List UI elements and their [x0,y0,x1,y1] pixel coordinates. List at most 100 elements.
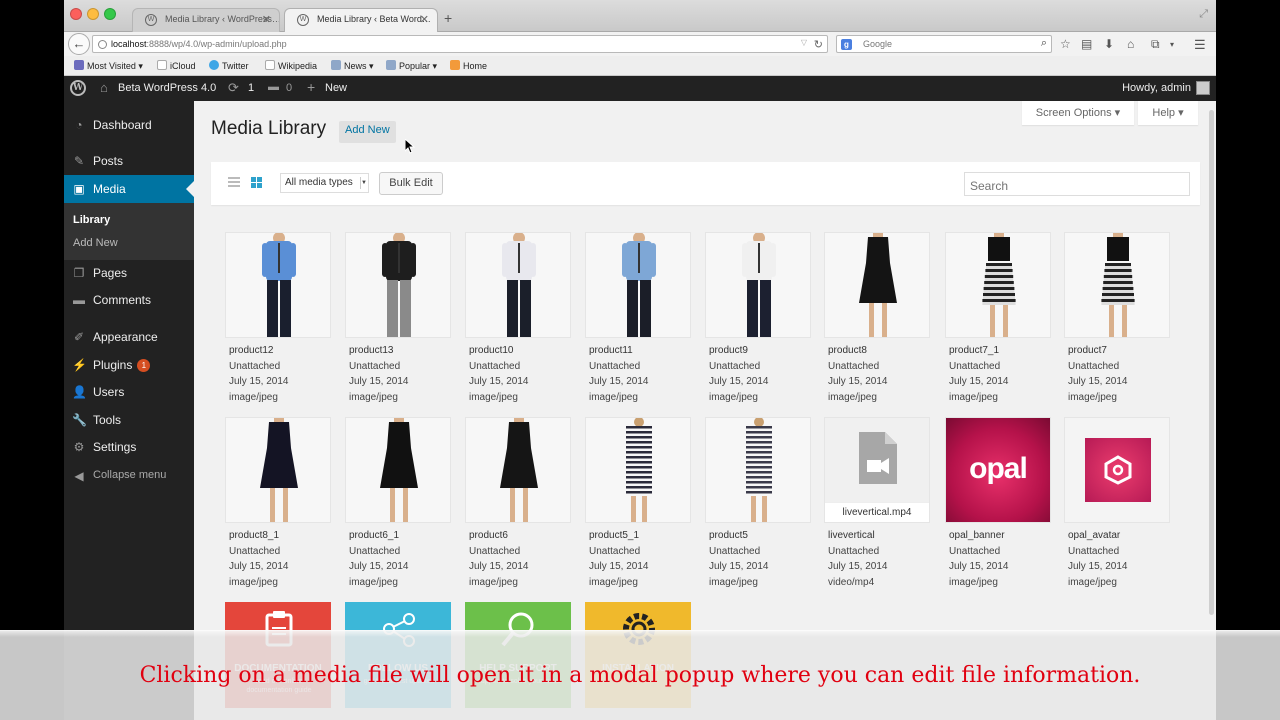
sidebar-item-tools[interactable]: 🔧 Tools [64,406,194,434]
opal-logo-text: opal [969,452,1028,485]
sidebar-item-plugins[interactable]: ⚡ Plugins 1 [64,351,194,379]
pages-icon: ❐ [73,266,85,280]
product-photo [346,233,450,337]
sidebar-item-label: Users [93,385,125,399]
browser-tab-1[interactable]: W Media Library ‹ WordPress… ✕ [132,8,280,32]
bookmark-label: iCloud [170,61,196,71]
media-tile[interactable] [465,417,571,523]
product-photo [706,233,810,337]
sidebar-item-settings[interactable]: ⚙ Settings [64,433,194,461]
media-status: Unattached [1068,545,1120,557]
video-file-icon [859,432,897,484]
media-status: Unattached [709,360,761,372]
media-tile[interactable]: opal [945,417,1051,523]
bookmark-star-icon[interactable]: ☆ [1060,37,1071,51]
minimize-window-button[interactable] [87,8,99,20]
home-icon[interactable]: ⌂ [1127,37,1134,51]
close-tab-icon[interactable]: ✕ [262,13,271,26]
submenu-add-new[interactable]: Add New [73,237,118,249]
crop-icon[interactable]: ⧉ [1151,37,1160,52]
submenu-library[interactable]: Library [73,214,110,226]
browser-tab-2[interactable]: W Media Library ‹ Beta Word… ✕ [284,8,438,32]
media-meta: product13 Unattached July 15, 2014 image/jp… [349,343,459,405]
close-window-button[interactable] [70,8,82,20]
bookmark-news[interactable]: News ▾ [331,60,374,72]
sidebar-item-pages[interactable]: ❐ Pages [64,259,194,287]
media-tile[interactable] [1064,417,1170,523]
back-button[interactable]: ← [68,33,90,55]
media-tile[interactable] [1064,232,1170,338]
media-tile[interactable]: livevertical.mp4 [824,417,930,523]
media-filename: product7_1 [949,345,1000,356]
folder-icon [386,60,396,70]
media-tile[interactable] [345,232,451,338]
media-mime-type: image/jpeg [469,576,518,588]
opal-avatar-image [1085,438,1151,502]
crop-dropdown-icon[interactable]: ▾ [1170,40,1174,49]
url-dropdown-icon[interactable]: ▽ [801,38,807,47]
comments-count[interactable]: 0 [286,82,292,94]
media-tile[interactable] [705,417,811,523]
avatar[interactable] [1196,81,1210,95]
media-tile[interactable] [585,417,691,523]
media-tile[interactable] [705,232,811,338]
media-meta: product12 Unattached July 15, 2014 image/jp… [229,343,339,405]
sidebar-item-label: Dashboard [93,118,152,132]
media-tile[interactable] [225,417,331,523]
media-meta: livevertical Unattached July 15, 2014 video… [828,528,938,590]
media-filename: product12 [229,345,274,356]
media-tile[interactable] [465,232,571,338]
collapse-menu-button[interactable]: ◀ Collapse menu [64,462,194,490]
sidebar-item-appearance[interactable]: ✐ Appearance [64,323,194,351]
wp-admin-bar: W ⌂ Beta WordPress 4.0 ⟳ 1 ▬ 0 + New How… [64,76,1216,101]
media-filename: opal_banner [949,530,1005,541]
sidebar-item-label: Posts [93,154,124,168]
media-tile[interactable] [824,232,930,338]
media-filename: product10 [469,345,514,356]
fullscreen-icon[interactable]: ⤢ [1199,8,1208,21]
sidebar-item-media[interactable]: ▣ Media [64,175,194,203]
comments-icon[interactable]: ▬ [268,81,279,93]
new-content-link[interactable]: New [325,82,347,94]
page-scrollbar[interactable] [1209,110,1214,615]
bookmark-label: Popular [399,61,431,71]
media-filename: product8_1 [229,530,280,541]
new-tab-icon[interactable]: + [444,10,452,26]
search-icon[interactable]: ⌕ [1041,37,1047,50]
product-photo [946,233,1050,337]
site-name-link[interactable]: Beta WordPress 4.0 [118,82,216,94]
bookmarks-list-icon[interactable]: ▤ [1081,37,1092,51]
wordpress-logo-icon[interactable]: W [70,80,86,96]
url-bar[interactable]: localhost:8888/wp/4.0/wp-admin/upload.ph… [92,35,828,53]
download-icon[interactable]: ⬇ [1104,37,1114,51]
browser-search-bar[interactable]: g Google ⌕ [836,35,1052,53]
updates-count[interactable]: 1 [248,82,254,94]
opal-logo-icon [1104,455,1132,485]
bookmark-twitter[interactable]: Twitter [209,60,249,71]
media-tile[interactable] [945,232,1051,338]
updates-icon[interactable]: ⟳ [228,80,239,96]
bookmark-label: News [344,61,367,71]
media-mime-type: image/jpeg [709,391,758,403]
zoom-window-button[interactable] [104,8,116,20]
media-tile[interactable] [225,232,331,338]
media-meta: product11 Unattached July 15, 2014 image/jp… [589,343,699,405]
bookmark-home[interactable]: Home [450,60,487,71]
close-tab-icon[interactable]: ✕ [420,13,429,26]
media-mime-type: image/jpeg [1068,576,1117,588]
menu-icon[interactable]: ☰ [1194,37,1206,53]
media-tile[interactable] [345,417,451,523]
media-status: Unattached [589,360,641,372]
media-tile[interactable] [585,232,691,338]
sidebar-item-dashboard[interactable]: ◔ Dashboard [64,111,194,139]
media-date: July 15, 2014 [469,376,529,387]
sidebar-item-comments[interactable]: ▬ Comments [64,286,194,314]
howdy-user-link[interactable]: Howdy, admin [1122,82,1191,94]
bookmark-wikipedia[interactable]: Wikipedia [265,60,317,71]
bookmark-icloud[interactable]: iCloud [157,60,196,71]
reload-icon[interactable]: ↻ [814,38,823,51]
sidebar-item-posts[interactable]: ✎ Posts [64,147,194,175]
sidebar-item-users[interactable]: 👤 Users [64,378,194,406]
bookmark-popular[interactable]: Popular ▾ [386,60,437,72]
bookmark-most-visited[interactable]: Most Visited ▾ [74,60,143,72]
